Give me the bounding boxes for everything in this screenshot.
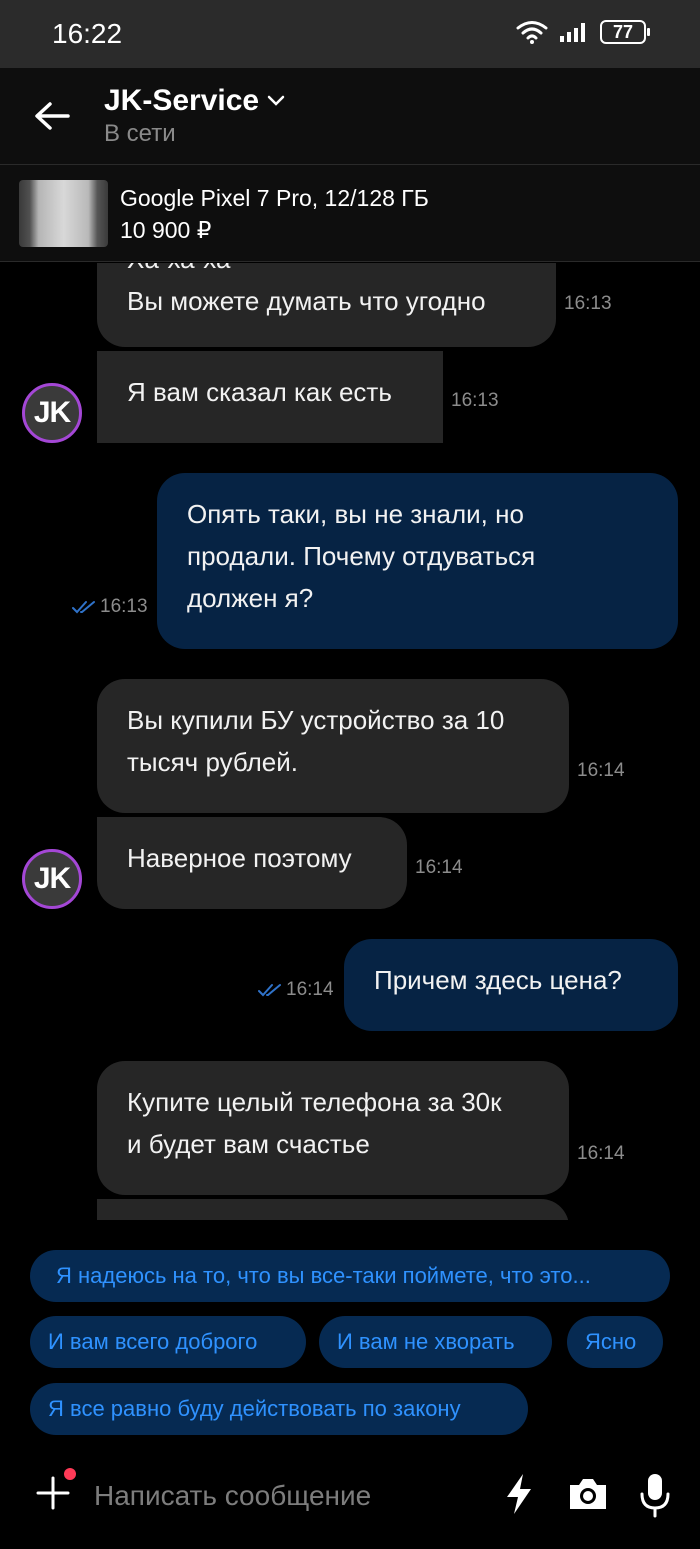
- notification-dot: [64, 1468, 76, 1480]
- message-time: 16:13: [451, 390, 499, 411]
- chat-header: JK-Service В сети: [0, 68, 700, 164]
- message-line: Опять таки, вы не знали, но: [187, 499, 524, 529]
- message-line: Вы купили БУ устройство за 10: [127, 705, 505, 735]
- message-input[interactable]: [94, 1472, 484, 1520]
- message-line: Купите целый телефона за 30к: [127, 1087, 502, 1117]
- read-checkmark-icon: [258, 984, 281, 997]
- status-bar: 16:22 77: [0, 0, 700, 68]
- listing-price: 10 900 ₽: [120, 217, 212, 243]
- message-line: и будет вам счастье: [127, 1129, 370, 1159]
- avatar[interactable]: JK: [22, 383, 82, 443]
- message-time-label: 16:14: [286, 979, 334, 1000]
- message-incoming[interactable]: Я вам сказал как есть: [97, 351, 443, 443]
- quick-reply-chip[interactable]: И вам не хворать: [319, 1316, 552, 1368]
- message-time: 16:14: [577, 760, 625, 781]
- message-time-label: 16:13: [100, 596, 148, 617]
- message-outgoing[interactable]: Причем здесь цена?: [344, 939, 678, 1031]
- status-time: 16:22: [52, 18, 123, 49]
- message-incoming[interactable]: [97, 1199, 569, 1220]
- back-arrow-icon[interactable]: [32, 100, 72, 132]
- status-icons: 77: [516, 20, 650, 44]
- quick-reply-chip[interactable]: Я все равно буду действовать по закону: [30, 1383, 528, 1435]
- message-line: должен я?: [187, 583, 314, 613]
- message-incoming[interactable]: Купите целый телефона за 30к и будет вам…: [97, 1061, 569, 1195]
- quick-reply-chip[interactable]: Ясно: [567, 1316, 663, 1368]
- microphone-icon[interactable]: [638, 1472, 672, 1520]
- message-line: тысяч рублей.: [127, 747, 299, 777]
- message-outgoing[interactable]: Опять таки, вы не знали, но продали. Поч…: [157, 473, 678, 649]
- message-time: 16:14: [415, 857, 463, 878]
- message-line: продали. Почему отдуваться: [187, 541, 536, 571]
- message-text: Наверное поэтому: [127, 843, 352, 873]
- message-list[interactable]: Ха-ха-ха Вы можете думать что угодно 16:…: [0, 263, 700, 1220]
- wifi-icon: [516, 21, 548, 44]
- message-text: Вы можете думать что угодно: [127, 286, 486, 316]
- quick-reply-chip[interactable]: И вам всего доброго: [30, 1316, 306, 1368]
- contact-status: В сети: [104, 120, 176, 147]
- listing-card[interactable]: Google Pixel 7 Pro, 12/128 ГБ 10 900 ₽: [0, 164, 700, 262]
- quick-reply-chip[interactable]: Я надеюсь на то, что вы все-таки поймете…: [30, 1250, 670, 1302]
- camera-icon[interactable]: [566, 1472, 610, 1516]
- signal-icon: [560, 23, 585, 42]
- read-checkmark-icon: [72, 601, 95, 614]
- contact-name-label: JK-Service: [104, 84, 260, 117]
- message-time: 16:14: [258, 979, 334, 1001]
- chevron-down-icon: [267, 95, 285, 106]
- message-text: Причем здесь цена?: [374, 965, 622, 995]
- attach-plus-icon[interactable]: [36, 1476, 70, 1510]
- message-text-partial: Ха-ха-ха: [127, 263, 526, 280]
- message-incoming[interactable]: Ха-ха-ха Вы можете думать что угодно: [97, 263, 556, 347]
- avatar[interactable]: JK: [22, 849, 82, 909]
- message-incoming[interactable]: Наверное поэтому: [97, 817, 407, 909]
- message-incoming[interactable]: Вы купили БУ устройство за 10 тысяч рубл…: [97, 679, 569, 813]
- contact-name[interactable]: JK-Service: [104, 84, 285, 118]
- message-time: 16:13: [72, 596, 148, 618]
- battery-icon: 77: [600, 20, 650, 44]
- message-time: 16:14: [577, 1143, 625, 1164]
- message-time: 16:13: [564, 293, 612, 314]
- message-text: Я вам сказал как есть: [127, 377, 392, 407]
- listing-title: Google Pixel 7 Pro, 12/128 ГБ: [120, 185, 429, 211]
- message-composer: [0, 1450, 700, 1549]
- listing-thumbnail: [19, 180, 108, 247]
- lightning-icon[interactable]: [503, 1472, 535, 1516]
